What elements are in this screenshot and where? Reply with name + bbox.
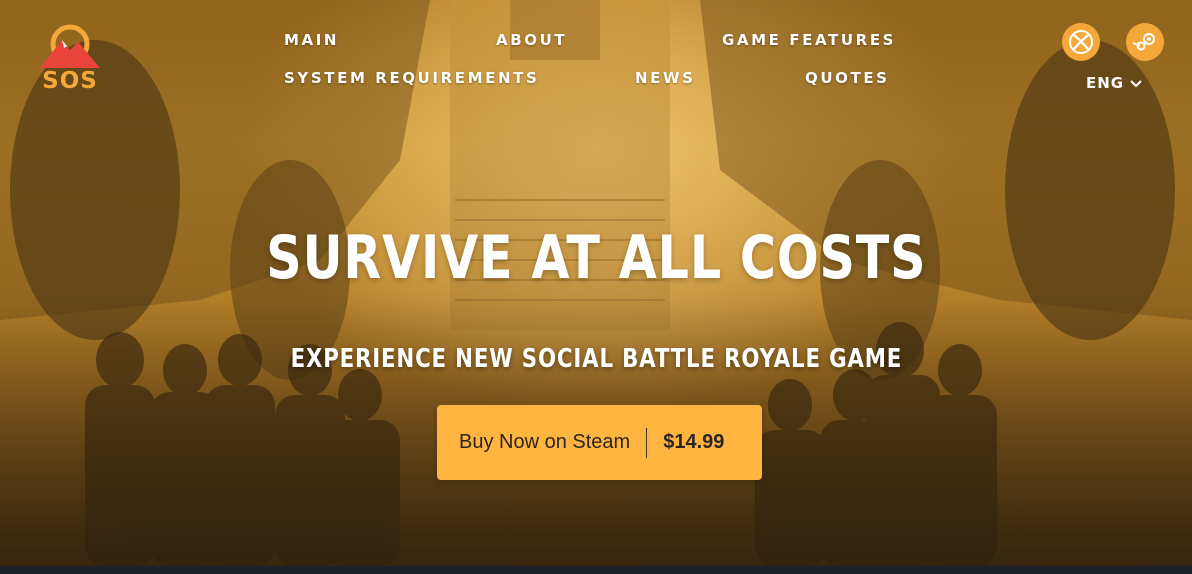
buy-button-divider xyxy=(646,427,648,458)
nav-link-quotes[interactable]: QUOTES xyxy=(805,71,890,86)
buy-now-steam-button[interactable]: Buy Now on Steam $14.99 xyxy=(437,405,762,480)
steam-icon[interactable] xyxy=(1126,23,1164,61)
nav-link-news[interactable]: NEWS xyxy=(635,71,696,86)
nav-link-about[interactable]: ABOUT xyxy=(496,33,567,48)
sos-logo[interactable]: SOS xyxy=(34,22,108,94)
nav-link-main[interactable]: MAIN xyxy=(284,33,339,48)
chevron-down-icon xyxy=(1130,79,1142,87)
logo-text: SOS xyxy=(42,68,98,94)
xbox-icon[interactable] xyxy=(1062,23,1100,61)
buy-button-price: $14.99 xyxy=(663,431,725,453)
hero-section: SOS MAIN ABOUT GAME FEATURES SYSTEM REQU… xyxy=(0,0,1192,566)
nav-link-system-requirements[interactable]: SYSTEM REQUIREMENTS xyxy=(284,71,539,86)
nav-link-game-features[interactable]: GAME FEATURES xyxy=(722,33,896,48)
footer-strip xyxy=(0,566,1192,574)
hero-subheadline: EXPERIENCE NEW SOCIAL BATTLE ROYALE GAME xyxy=(290,344,903,374)
buy-button-label: Buy Now on Steam xyxy=(459,431,631,453)
language-selector[interactable]: ENG xyxy=(1086,76,1142,91)
hero-headline: SURVIVE AT ALL COSTS xyxy=(266,223,927,293)
logo-emblem-icon xyxy=(40,24,100,68)
language-label: ENG xyxy=(1086,74,1125,92)
